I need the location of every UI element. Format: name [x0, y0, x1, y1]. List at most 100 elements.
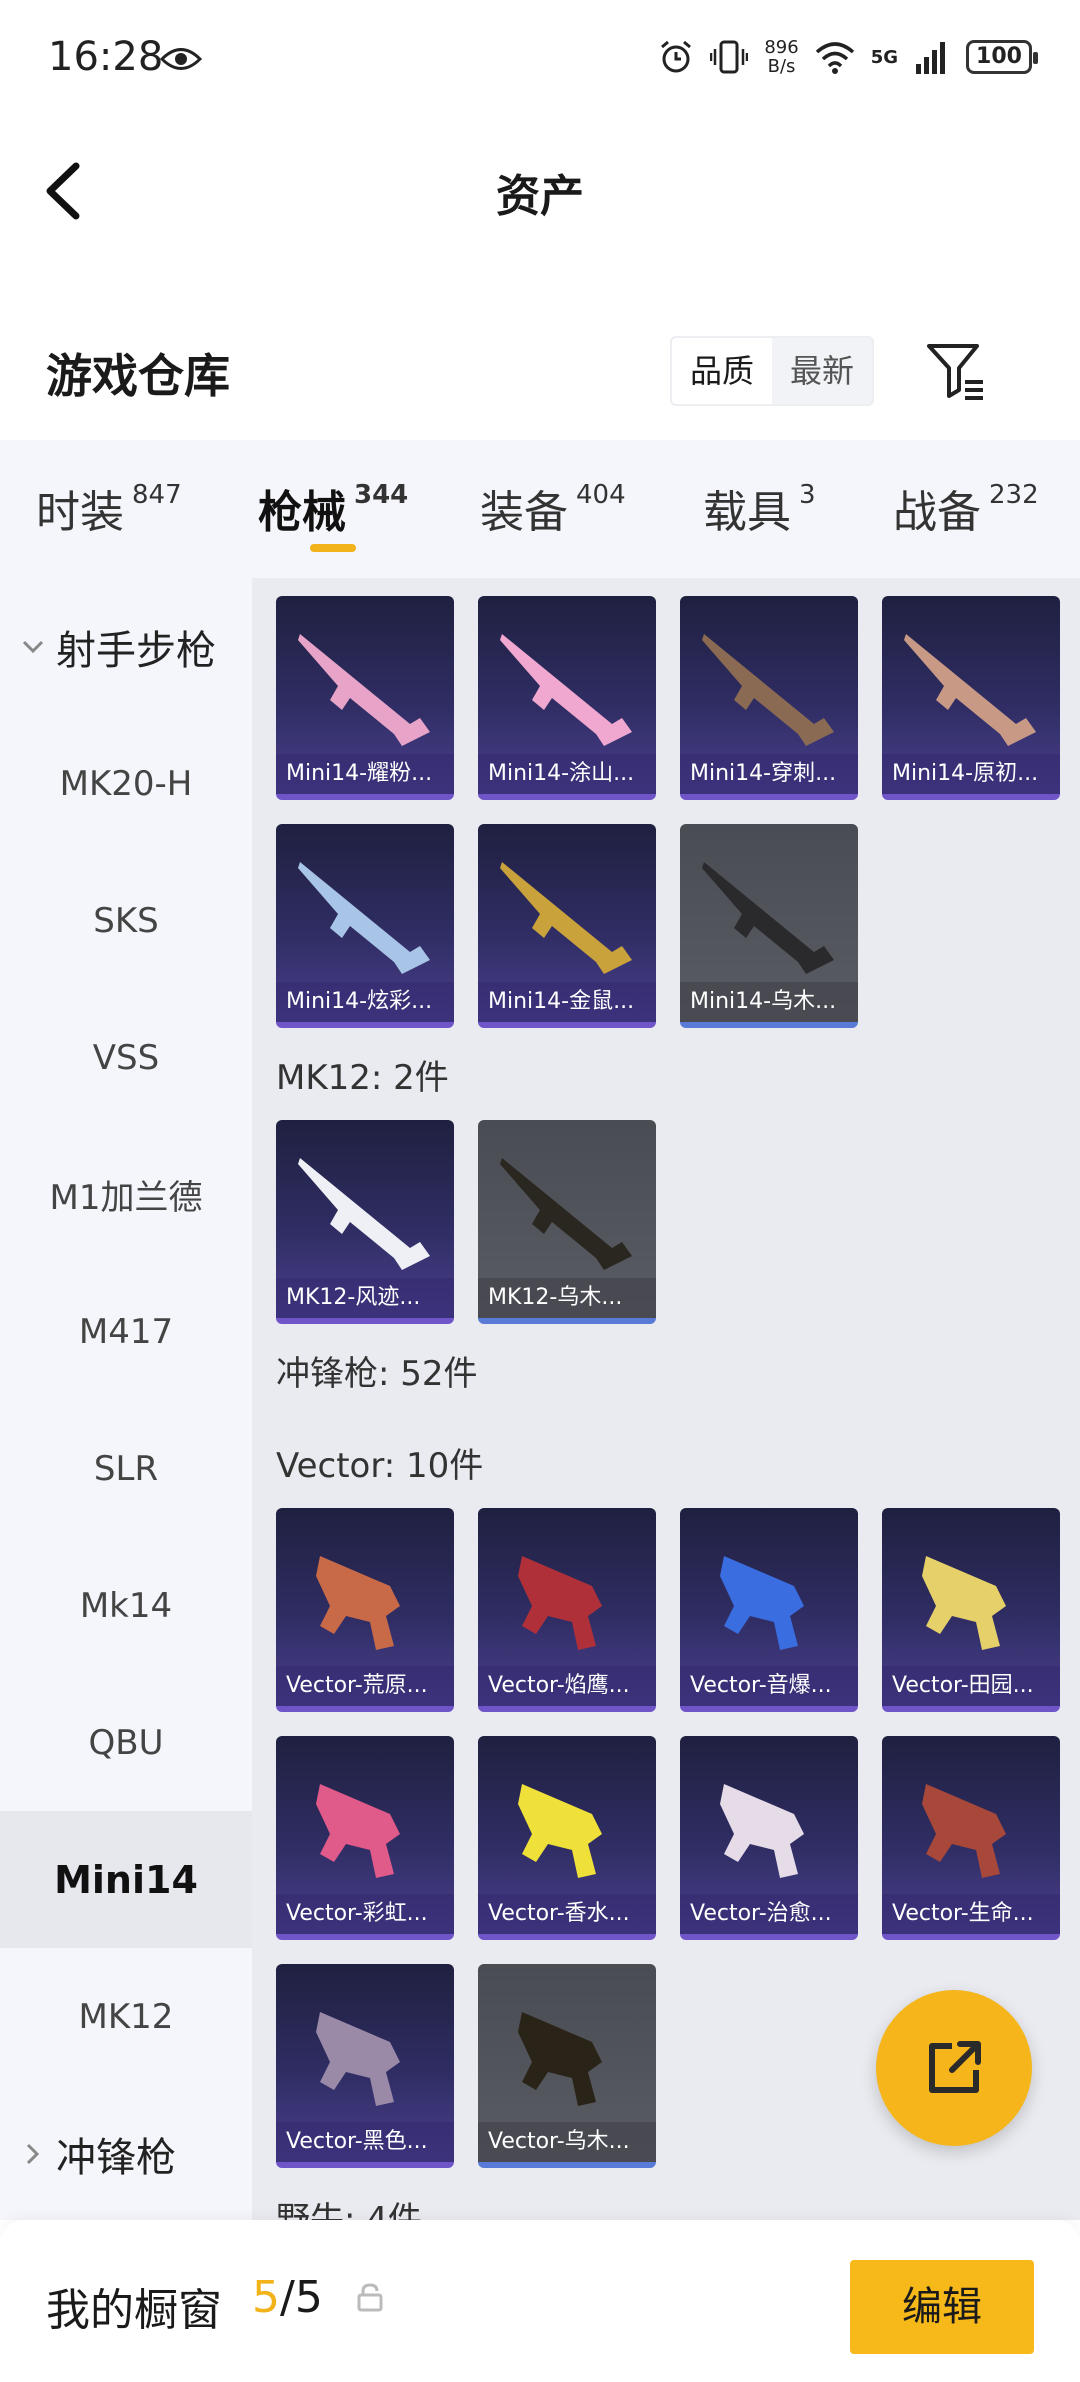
smg-icon	[518, 1556, 602, 1650]
smg-icon	[922, 1784, 1006, 1878]
sidebar-item-m1-garand[interactable]: M1加兰德	[0, 1126, 252, 1263]
status-icons: 896 B/s 5G 100	[658, 37, 1038, 77]
item-card[interactable]: Mini14-炫彩...	[276, 824, 454, 1028]
showcase-count-current: 5	[252, 2272, 280, 2323]
section-label-bizon: 野牛: 4件	[276, 2200, 422, 2220]
item-name: Vector-焰鹰...	[478, 1666, 656, 1706]
item-name: MK12-风迹...	[276, 1278, 454, 1318]
item-card[interactable]: Vector-生命...	[882, 1736, 1060, 1940]
sidebar-item-vss[interactable]: VSS	[0, 989, 252, 1126]
item-card[interactable]: Mini14-耀粉...	[276, 596, 454, 800]
rifle-icon	[904, 634, 1036, 746]
filter-icon[interactable]	[925, 340, 987, 402]
item-card[interactable]: Vector-香水...	[478, 1736, 656, 1940]
item-card[interactable]: Vector-治愈...	[680, 1736, 858, 1940]
item-card[interactable]: Mini14-涂山...	[478, 596, 656, 800]
smg-icon	[518, 2012, 602, 2106]
rifle-icon	[298, 634, 430, 746]
showcase-title: 我的橱窗	[46, 2285, 222, 2336]
sidebar-group-smg[interactable]: 冲锋枪	[0, 2085, 252, 2220]
item-name: Mini14-涂山...	[478, 754, 656, 794]
tab-label: 装备	[480, 487, 568, 538]
status-time: 16:28	[48, 34, 164, 80]
smg-icon	[316, 2012, 400, 2106]
sidebar-item-qbu[interactable]: QBU	[0, 1674, 252, 1811]
rifle-icon	[500, 1158, 632, 1270]
item-card[interactable]: Vector-音爆...	[680, 1508, 858, 1712]
smg-icon	[316, 1556, 400, 1650]
sidebar-item-mk14[interactable]: Mk14	[0, 1537, 252, 1674]
sidebar-group-marksman-rifles[interactable]: 射手步枪	[0, 578, 252, 715]
item-name: Vector-乌木...	[478, 2122, 656, 2162]
tab-count: 847	[132, 480, 182, 510]
item-card[interactable]: Mini14-原初...	[882, 596, 1060, 800]
item-name: Vector-黑色...	[276, 2122, 454, 2162]
net-speed-unit: B/s	[767, 56, 796, 77]
net-speed-value: 896	[764, 37, 799, 58]
item-card[interactable]: Mini14-穿刺...	[680, 596, 858, 800]
item-name: Mini14-金鼠...	[478, 982, 656, 1022]
sidebar-item-mk20h[interactable]: MK20-H	[0, 715, 252, 852]
item-name: MK12-乌木...	[478, 1278, 656, 1318]
warehouse-title: 游戏仓库	[46, 349, 230, 403]
tab-fashion[interactable]: 时装 847	[36, 476, 182, 540]
item-card[interactable]: Vector-黑色...	[276, 1964, 454, 2168]
smg-icon	[720, 1784, 804, 1878]
item-name: Vector-香水...	[478, 1894, 656, 1934]
item-name: Mini14-耀粉...	[276, 754, 454, 794]
item-card[interactable]: Mini14-乌木...	[680, 824, 858, 1028]
rifle-icon	[702, 862, 834, 974]
item-card[interactable]: Vector-乌木...	[478, 1964, 656, 2168]
smg-icon	[922, 1556, 1006, 1650]
item-name: Vector-荒原...	[276, 1666, 454, 1706]
item-card[interactable]: Vector-焰鹰...	[478, 1508, 656, 1712]
item-grid: Mini14-耀粉... Mini14-涂山... Mini14-穿刺... M…	[252, 578, 1080, 2220]
tab-count: 232	[989, 480, 1039, 510]
sidebar-item-sks[interactable]: SKS	[0, 852, 252, 989]
bottom-bar: 我的橱窗 5/5 编辑	[0, 2220, 1080, 2382]
tab-label: 枪械	[258, 487, 346, 538]
sidebar-item-mini14[interactable]: Mini14	[0, 1811, 252, 1948]
item-name: Vector-治愈...	[680, 1894, 858, 1934]
signal-icon	[916, 42, 945, 74]
tab-firearms[interactable]: 枪械 344	[258, 476, 408, 540]
battery-indicator: 100	[966, 40, 1038, 74]
rifle-icon	[500, 634, 632, 746]
section-label-vector: Vector: 10件	[276, 1446, 484, 1486]
rifle-icon	[500, 862, 632, 974]
item-card[interactable]: MK12-风迹...	[276, 1120, 454, 1324]
smg-icon	[316, 1784, 400, 1878]
network-type: 5G	[870, 46, 898, 68]
sidebar-item-m417[interactable]: M417	[0, 1263, 252, 1400]
vibrate-icon	[710, 40, 749, 74]
smg-icon	[518, 1784, 602, 1878]
share-button[interactable]	[876, 1990, 1032, 2146]
item-card[interactable]: MK12-乌木...	[478, 1120, 656, 1324]
sort-option-quality[interactable]: 品质	[672, 338, 772, 404]
item-name: Mini14-炫彩...	[276, 982, 454, 1022]
header: 资产	[0, 120, 1080, 260]
section-label-smg: 冲锋枪: 52件	[276, 1354, 478, 1394]
tab-vehicles[interactable]: 载具 3	[703, 476, 816, 540]
sort-toggle: 品质 最新	[670, 336, 874, 406]
item-card[interactable]: Vector-彩虹...	[276, 1736, 454, 1940]
wifi-icon	[815, 42, 854, 74]
rifle-icon	[298, 1158, 430, 1270]
item-name: Mini14-原初...	[882, 754, 1060, 794]
item-card[interactable]: Vector-荒原...	[276, 1508, 454, 1712]
tab-supplies[interactable]: 战备 232	[893, 476, 1039, 540]
item-card[interactable]: Vector-田园...	[882, 1508, 1060, 1712]
sort-option-latest[interactable]: 最新	[772, 338, 872, 404]
item-name: Vector-音爆...	[680, 1666, 858, 1706]
tab-label: 战备	[893, 487, 981, 538]
tab-equipment[interactable]: 装备 404	[480, 476, 626, 540]
smg-icon	[720, 1556, 804, 1650]
chevron-down-icon	[22, 640, 44, 653]
item-card[interactable]: Mini14-金鼠...	[478, 824, 656, 1028]
tab-label: 时装	[36, 487, 124, 538]
sidebar-item-mk12[interactable]: MK12	[0, 1948, 252, 2085]
edit-button[interactable]: 编辑	[850, 2260, 1034, 2354]
item-name: Mini14-穿刺...	[680, 754, 858, 794]
sidebar-item-slr[interactable]: SLR	[0, 1400, 252, 1537]
warehouse-bar: 游戏仓库 品质 最新	[0, 310, 1080, 440]
